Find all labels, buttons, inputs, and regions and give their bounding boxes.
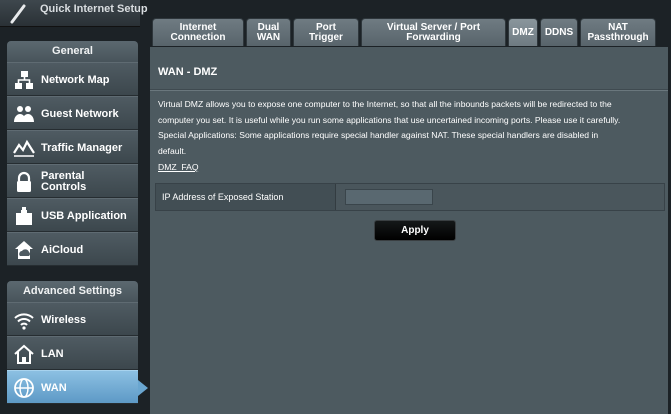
network-map-icon — [15, 71, 33, 89]
dmz-panel: WAN - DMZ Virtual DMZ allows you to expo… — [150, 47, 668, 414]
parental-controls-icon — [17, 171, 31, 192]
sidebar: Quick Internet Setup General Network Map… — [0, 0, 149, 414]
wireless-icon — [14, 313, 34, 330]
home-icon — [14, 344, 34, 364]
description-line: computer you set. It is useful while you… — [158, 114, 621, 125]
description-line: Special Applications: Some applications … — [158, 130, 599, 141]
aicloud-icon — [15, 241, 33, 259]
sidebar-item-label: Parental Controls — [41, 170, 87, 193]
sidebar-item-label: Wireless — [41, 313, 87, 326]
exposed-station-row: IP Address of Exposed Station — [155, 183, 665, 211]
description-line: Virtual DMZ allows you to expose one com… — [158, 99, 612, 109]
general-section-header: General — [7, 41, 138, 62]
sidebar-item-wan[interactable]: WAN — [7, 370, 138, 404]
sidebar-item-usb-application[interactable]: USB Application — [7, 198, 138, 232]
tab-dual-wan[interactable]: Dual WAN — [246, 18, 291, 46]
sidebar-item-label: WAN — [41, 381, 67, 394]
sidebar-item-label: LAN — [41, 347, 64, 360]
sidebar-item-label: AiCloud — [41, 243, 84, 256]
tab-ddns[interactable]: DDNS — [540, 18, 578, 46]
tab-virtual-server-port-forwarding[interactable]: Virtual Server / Port Forwarding — [361, 18, 506, 46]
description-line: default. — [158, 145, 187, 156]
sidebar-item-network-map[interactable]: Network Map — [7, 62, 138, 96]
sidebar-item-label: Traffic Manager — [41, 141, 123, 154]
exposed-station-ip-input[interactable] — [345, 189, 433, 205]
sidebar-item-aicloud[interactable]: AiCloud — [7, 232, 138, 266]
active-item-arrow — [138, 380, 148, 396]
quick-internet-setup-item[interactable]: Quick Internet Setup — [0, 0, 148, 27]
sidebar-item-label: USB Application — [41, 209, 127, 222]
sidebar-item-label: Network Map — [41, 73, 110, 86]
tab-nat-passthrough[interactable]: NAT Passthrough — [580, 18, 656, 46]
guest-network-icon — [14, 106, 34, 122]
advanced-settings-section-header: Advanced Settings — [7, 281, 138, 302]
globe-icon — [14, 378, 34, 398]
sidebar-item-parental-controls[interactable]: Parental Controls — [7, 164, 138, 198]
quick-internet-setup-label: Quick Internet Setup — [40, 3, 148, 15]
apply-button[interactable]: Apply — [374, 220, 456, 241]
usb-application-icon — [16, 207, 32, 225]
title-divider — [150, 89, 668, 91]
wand-icon — [10, 4, 26, 24]
tab-port-trigger[interactable]: Port Trigger — [293, 18, 359, 46]
tab-internet-connection[interactable]: Internet Connection — [152, 18, 244, 46]
sidebar-item-label: Guest Network — [41, 107, 119, 120]
ip-address-label: IP Address of Exposed Station — [156, 184, 336, 210]
sidebar-item-traffic-manager[interactable]: Traffic Manager — [7, 130, 138, 164]
sidebar-item-guest-network[interactable]: Guest Network — [7, 96, 138, 130]
sidebar-item-lan[interactable]: LAN — [7, 336, 138, 370]
tab-dmz[interactable]: DMZ — [508, 18, 538, 46]
tab-bar: Internet Connection Dual WAN Port Trigge… — [149, 0, 671, 47]
page-title: WAN - DMZ — [158, 66, 218, 78]
traffic-manager-icon — [13, 139, 35, 157]
dmz-description: Virtual DMZ allows you to expose one com… — [158, 97, 664, 159]
sidebar-item-wireless[interactable]: Wireless — [7, 302, 138, 336]
dmz-faq-link[interactable]: DMZ_FAQ — [158, 162, 199, 172]
